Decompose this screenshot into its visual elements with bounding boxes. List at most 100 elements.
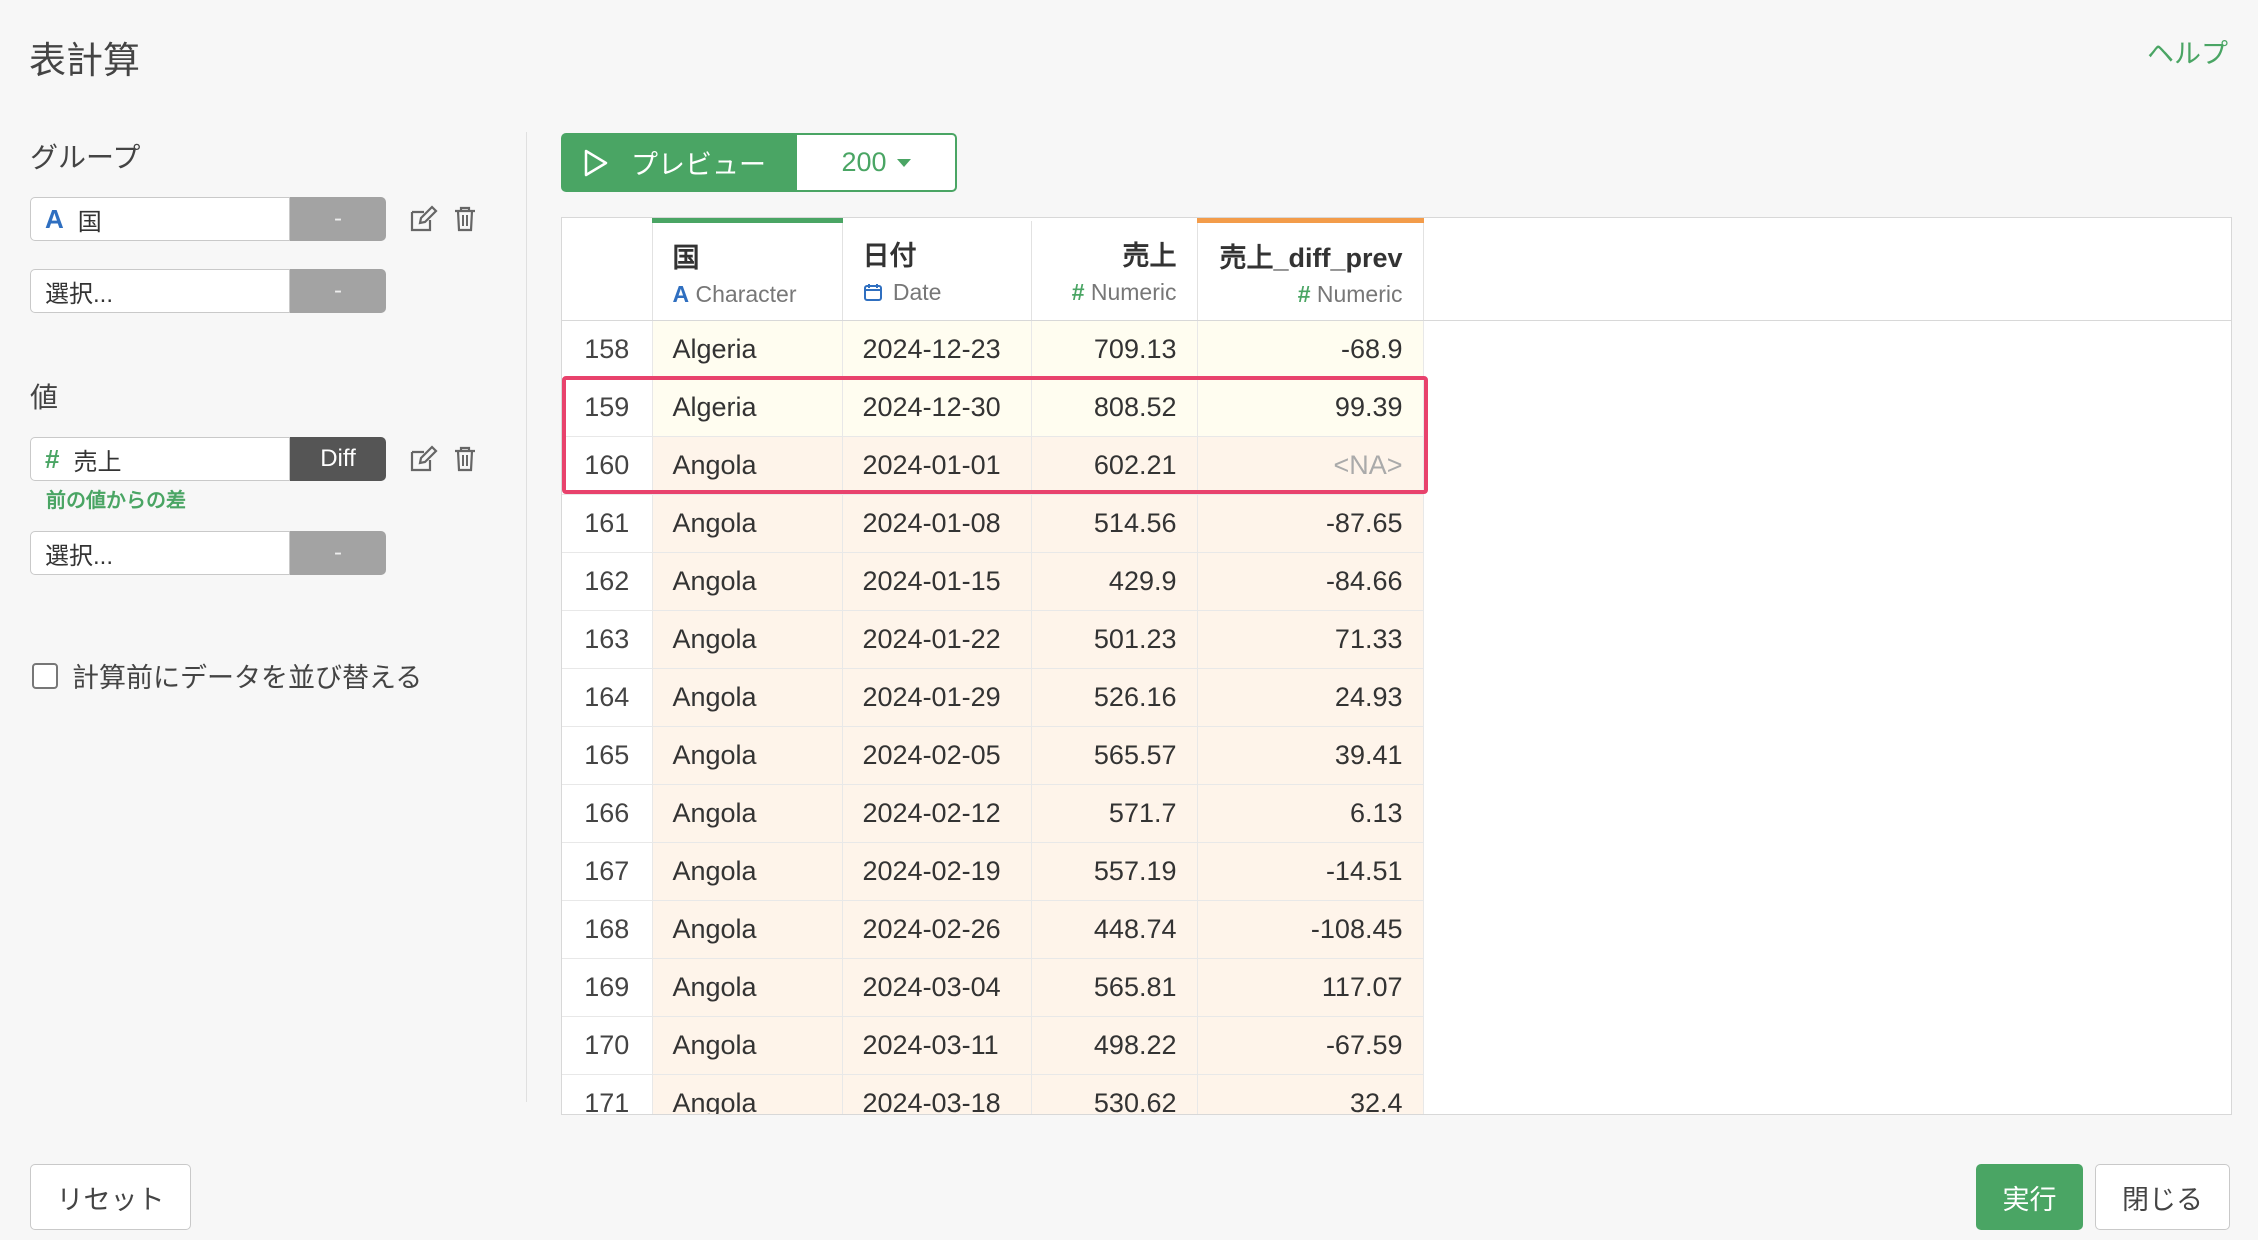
column-header-date[interactable]: 日付 Date — [842, 220, 1032, 321]
row-number: 161 — [562, 494, 653, 553]
sort-checkbox-label: 計算前にデータを並び替える — [72, 663, 423, 693]
column-name: 国 — [672, 242, 700, 273]
preview-count-value: 200 — [841, 147, 887, 177]
edit-icon[interactable] — [408, 204, 438, 234]
value-column-value: 売上 — [73, 448, 122, 476]
table-row: 170 Angola 2024-03-11 498.22 -67.59 — [562, 1016, 2231, 1075]
cell-sales: 448.74 — [1031, 900, 1198, 959]
row-number: 162 — [562, 552, 653, 611]
cell-country: Angola — [652, 1016, 843, 1075]
character-type-icon: A — [672, 280, 690, 307]
value-function-button-empty[interactable]: - — [290, 531, 386, 575]
preview-button[interactable]: プレビュー — [561, 133, 795, 192]
preview-table: 国 A Character 日付 Date 売上 # Numeric 売上_di… — [562, 218, 2231, 1114]
chevron-down-icon — [896, 158, 911, 167]
cell-country: Angola — [652, 784, 843, 843]
group-section-label: グループ — [30, 142, 141, 173]
calendar-icon — [863, 284, 882, 302]
group-column-select-empty[interactable]: 選択... — [30, 269, 290, 313]
close-button[interactable]: 閉じる — [2095, 1164, 2230, 1230]
cell-country: Angola — [652, 610, 843, 669]
column-name: 売上_diff_prev — [1219, 242, 1403, 273]
cell-diff: -67.59 — [1197, 1016, 1424, 1075]
row-number: 167 — [562, 842, 653, 901]
cell-country: Angola — [652, 900, 843, 959]
row-number: 160 — [562, 436, 653, 495]
sort-checkbox-row[interactable]: 計算前にデータを並び替える — [32, 656, 422, 695]
cell-country: Angola — [652, 726, 843, 785]
sort-checkbox[interactable] — [32, 662, 58, 689]
table-row: 160 Angola 2024-01-01 602.21 <NA> — [562, 436, 2231, 495]
preview-count-dropdown[interactable]: 200 — [795, 133, 957, 192]
group-function-button-empty[interactable]: - — [290, 269, 386, 313]
cell-date: 2024-01-29 — [842, 668, 1032, 727]
row-number: 159 — [562, 378, 653, 437]
table-row: 161 Angola 2024-01-08 514.56 -87.65 — [562, 494, 2231, 553]
dialog-title: 表計算 — [29, 40, 140, 81]
run-button[interactable]: 実行 — [1976, 1164, 2083, 1230]
cell-country: Angola — [652, 668, 843, 727]
cell-diff: 32.4 — [1197, 1074, 1424, 1114]
value-column-select[interactable]: # 売上 — [30, 437, 290, 481]
cell-diff: -68.9 — [1197, 320, 1424, 379]
empty-header-filler — [1423, 220, 2231, 321]
trash-icon[interactable] — [452, 205, 482, 235]
group-function-button[interactable]: - — [290, 197, 386, 241]
edit-icon[interactable] — [408, 444, 438, 474]
group-column-select[interactable]: A 国 — [30, 197, 290, 241]
value-function-button[interactable]: Diff — [290, 437, 386, 481]
group-field-1: A 国 - — [30, 197, 386, 241]
cell-diff-na: <NA> — [1197, 436, 1424, 495]
cell-country: Angola — [652, 842, 843, 901]
column-type: Numeric — [1090, 279, 1177, 306]
cell-sales: 709.13 — [1031, 320, 1198, 379]
table-row: 166 Angola 2024-02-12 571.7 6.13 — [562, 784, 2231, 843]
value-function-hint: 前の値からの差 — [46, 490, 186, 512]
cell-sales: 526.16 — [1031, 668, 1198, 727]
cell-diff: 6.13 — [1197, 784, 1424, 843]
table-row: 167 Angola 2024-02-19 557.19 -14.51 — [562, 842, 2231, 901]
row-number: 164 — [562, 668, 653, 727]
data-grid[interactable]: 国 A Character 日付 Date 売上 # Numeric 売上_di… — [561, 217, 2232, 1115]
cell-sales: 808.52 — [1031, 378, 1198, 437]
cell-date: 2024-03-11 — [842, 1016, 1032, 1075]
row-number: 165 — [562, 726, 653, 785]
cell-country: Angola — [652, 958, 843, 1017]
cell-diff: 71.33 — [1197, 610, 1424, 669]
table-row: 171 Angola 2024-03-18 530.62 32.4 — [562, 1074, 2231, 1114]
cell-country: Angola — [652, 1074, 843, 1114]
row-number: 163 — [562, 610, 653, 669]
play-icon — [584, 149, 608, 176]
cell-country: Angola — [652, 436, 843, 495]
cell-country: Algeria — [652, 320, 843, 379]
character-type-icon: A — [45, 203, 64, 234]
reset-button[interactable]: リセット — [30, 1164, 191, 1230]
row-number-header — [562, 220, 653, 321]
numeric-type-icon: # — [1071, 279, 1085, 306]
cell-sales: 501.23 — [1031, 610, 1198, 669]
cell-sales: 602.21 — [1031, 436, 1198, 495]
column-header-country[interactable]: 国 A Character — [652, 218, 843, 321]
column-header-sales[interactable]: 売上 # Numeric — [1031, 220, 1198, 321]
row-number: 171 — [562, 1074, 653, 1114]
cell-diff: 99.39 — [1197, 378, 1424, 437]
help-link[interactable]: ヘルプ — [2147, 32, 2228, 71]
cell-country: Algeria — [652, 378, 843, 437]
cell-diff: 39.41 — [1197, 726, 1424, 785]
cell-date: 2024-02-26 — [842, 900, 1032, 959]
table-row: 165 Angola 2024-02-05 565.57 39.41 — [562, 726, 2231, 785]
preview-button-label: プレビュー — [631, 150, 766, 180]
table-header-row: 国 A Character 日付 Date 売上 # Numeric 売上_di… — [562, 218, 2231, 321]
cell-diff: -14.51 — [1197, 842, 1424, 901]
column-header-sales-diff[interactable]: 売上_diff_prev # Numeric — [1197, 218, 1424, 321]
cell-date: 2024-03-18 — [842, 1074, 1032, 1114]
value-column-select-empty[interactable]: 選択... — [30, 531, 290, 575]
trash-icon[interactable] — [452, 445, 482, 475]
cell-diff: -108.45 — [1197, 900, 1424, 959]
table-row: 169 Angola 2024-03-04 565.81 117.07 — [562, 958, 2231, 1017]
cell-sales: 565.57 — [1031, 726, 1198, 785]
cell-sales: 498.22 — [1031, 1016, 1198, 1075]
value-field-1: # 売上 Diff — [30, 437, 386, 481]
cell-diff: 24.93 — [1197, 668, 1424, 727]
table-row: 158 Algeria 2024-12-23 709.13 -68.9 — [562, 320, 2231, 379]
